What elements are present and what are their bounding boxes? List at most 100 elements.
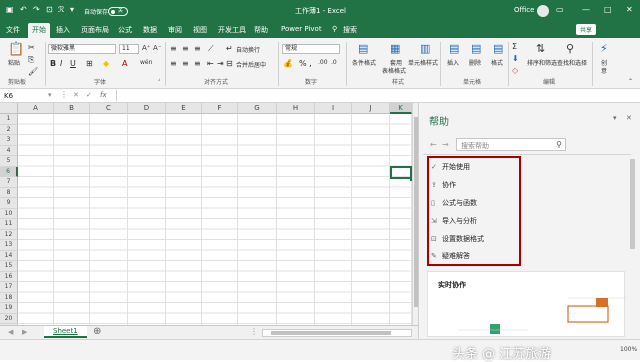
customize-icon[interactable]: ▾ <box>70 5 74 14</box>
cell-styles-button[interactable]: 单元格样式 <box>408 58 438 67</box>
creative-label-2[interactable]: 意 <box>601 66 607 75</box>
delete-cells-button[interactable]: 删除 <box>469 58 481 67</box>
topic-troubleshooting[interactable]: ✎ 疑难解答 <box>431 248 515 265</box>
help-search-input[interactable]: 搜索帮助 ⚲ <box>456 138 566 151</box>
increase-decimal-icon[interactable]: .00 <box>318 59 328 66</box>
search-icon[interactable]: ⚲ <box>556 140 562 149</box>
conditional-format-button[interactable]: 条件格式 <box>352 58 376 67</box>
next-sheet-icon[interactable]: ▶ <box>22 328 27 336</box>
name-box-dropdown-icon[interactable]: ▾ <box>48 91 52 99</box>
wrap-text-button[interactable]: 自动换行 <box>236 45 260 54</box>
sort-filter-button[interactable]: 排序和筛选 <box>527 58 557 67</box>
align-center-icon[interactable]: ≡ <box>182 59 189 68</box>
window-icon[interactable]: ⊡ <box>46 5 53 14</box>
copy-icon[interactable]: ⎘ <box>28 55 34 65</box>
hscroll-thumb[interactable] <box>271 331 391 335</box>
selected-cell-k6[interactable] <box>390 166 412 179</box>
grow-font-icon[interactable]: A⁺ <box>142 44 150 52</box>
ribbon-options-icon[interactable]: ▭ <box>556 5 564 14</box>
percent-icon[interactable]: % <box>299 59 307 68</box>
topic-getting-started[interactable]: ✓ 开始使用 <box>431 159 515 176</box>
find-select-button[interactable]: 查找和选择 <box>557 58 587 67</box>
bold-icon[interactable]: B <box>50 59 56 68</box>
tab-search[interactable]: 搜索 <box>343 25 357 35</box>
cut-icon[interactable]: ✂ <box>28 43 35 52</box>
tab-formulas[interactable]: 公式 <box>118 25 132 35</box>
enter-icon[interactable]: ✓ <box>86 91 92 99</box>
align-right-icon[interactable]: ≡ <box>194 59 201 68</box>
align-top-icon[interactable]: ≡ <box>170 44 177 53</box>
maximize-icon[interactable]: □ <box>604 5 612 14</box>
undo-icon[interactable]: ↶ <box>20 5 27 14</box>
tab-data[interactable]: 数据 <box>143 25 157 35</box>
topic-formulas-functions[interactable]: ▯ 公式与函数 <box>431 195 515 212</box>
align-bottom-icon[interactable]: ≡ <box>194 44 201 53</box>
font-color-icon[interactable]: A <box>122 59 127 68</box>
pane-options-icon[interactable]: ▾ <box>613 114 617 122</box>
name-box[interactable]: K6 <box>4 92 13 100</box>
insert-cells-button[interactable]: 插入 <box>447 58 459 67</box>
creative-icon[interactable]: ⚡ <box>600 42 608 55</box>
font-dialog-icon[interactable]: ⌟ <box>158 76 160 82</box>
tab-help[interactable]: 帮助 <box>254 25 268 35</box>
insert-function-icon[interactable]: fx <box>100 91 107 99</box>
tab-review[interactable]: 审阅 <box>168 25 182 35</box>
cancel-icon[interactable]: ✕ <box>73 91 79 99</box>
collapse-ribbon-icon[interactable]: ⌃ <box>628 78 633 85</box>
orientation-icon[interactable]: ⟋ <box>208 44 214 54</box>
merge-center-icon[interactable]: ⊟ <box>226 59 233 68</box>
fill-color-icon[interactable]: ◆ <box>103 59 109 68</box>
underline-icon[interactable]: U <box>70 59 76 68</box>
accounting-format-icon[interactable]: 💰 <box>283 59 293 68</box>
increase-indent-icon[interactable]: ⇥ <box>217 59 224 68</box>
comma-style-icon[interactable]: , <box>309 59 312 69</box>
tab-page-layout[interactable]: 页面布局 <box>81 25 109 35</box>
topic-import-analyze[interactable]: ⇲ 导入与分析 <box>431 213 515 230</box>
shrink-font-icon[interactable]: A⁻ <box>153 44 161 52</box>
delete-cells-icon[interactable]: ▤ <box>471 42 481 55</box>
topic-collaborate[interactable]: ⇪ 协作 <box>431 177 515 194</box>
font-name-select[interactable]: 微软雅黑 <box>48 44 116 54</box>
forward-icon[interactable]: → <box>442 140 449 149</box>
merge-center-button[interactable]: 合并后居中 <box>236 60 266 69</box>
tab-power-pivot[interactable]: Power Pivot <box>281 25 322 33</box>
back-icon[interactable]: ← <box>430 140 437 149</box>
format-cells-button[interactable]: 格式 <box>491 58 503 67</box>
tab-view[interactable]: 视图 <box>193 25 207 35</box>
pane-scrollbar[interactable] <box>630 159 635 249</box>
close-icon[interactable]: ✕ <box>626 5 633 14</box>
tab-home[interactable]: 开始 <box>28 23 50 38</box>
save-icon[interactable]: ▣ <box>6 5 14 14</box>
tab-file[interactable]: 文件 <box>6 25 20 35</box>
format-table-icon[interactable]: ▦ <box>390 42 400 55</box>
insert-cells-icon[interactable]: ▤ <box>449 42 459 55</box>
italic-icon[interactable]: I <box>60 59 62 68</box>
add-sheet-icon[interactable]: ⊕ <box>93 326 101 337</box>
wrap-text-icon[interactable]: ↵ <box>226 44 233 53</box>
phonetic-icon[interactable]: wén <box>140 59 152 66</box>
formula-input[interactable] <box>116 90 636 101</box>
redo-icon[interactable]: ↷ <box>33 5 40 14</box>
clear-icon[interactable]: ◇ <box>512 66 518 75</box>
font-size-select[interactable]: 11 <box>119 44 139 54</box>
borders-icon[interactable]: ⊞ <box>86 59 93 68</box>
fill-icon[interactable]: ⬇ <box>512 54 519 63</box>
search-icon[interactable]: ⚲ <box>332 25 337 33</box>
paste-icon[interactable]: 📋 <box>8 42 24 57</box>
horizontal-scrollbar[interactable] <box>262 329 412 337</box>
format-painter-icon[interactable]: ℛ <box>58 5 64 14</box>
topic-format-data[interactable]: ⊡ 设置数据格式 <box>431 231 515 248</box>
account-name[interactable]: Office <box>514 6 534 14</box>
align-middle-icon[interactable]: ≡ <box>182 44 189 53</box>
autosum-icon[interactable]: Σ <box>512 42 517 51</box>
close-pane-icon[interactable]: ✕ <box>626 114 632 122</box>
conditional-format-icon[interactable]: ▤ <box>358 42 368 55</box>
share-button[interactable]: 共享 <box>576 24 597 35</box>
decrease-indent-icon[interactable]: ⇤ <box>207 59 214 68</box>
format-table-button-line2[interactable]: 表格格式 <box>382 66 406 75</box>
tab-insert[interactable]: 插入 <box>56 25 70 35</box>
tab-developer[interactable]: 开发工具 <box>218 25 246 35</box>
minimize-icon[interactable]: — <box>582 5 590 14</box>
zoom-level[interactable]: 100% <box>620 346 637 353</box>
autosave-toggle[interactable]: 关 <box>108 7 128 16</box>
